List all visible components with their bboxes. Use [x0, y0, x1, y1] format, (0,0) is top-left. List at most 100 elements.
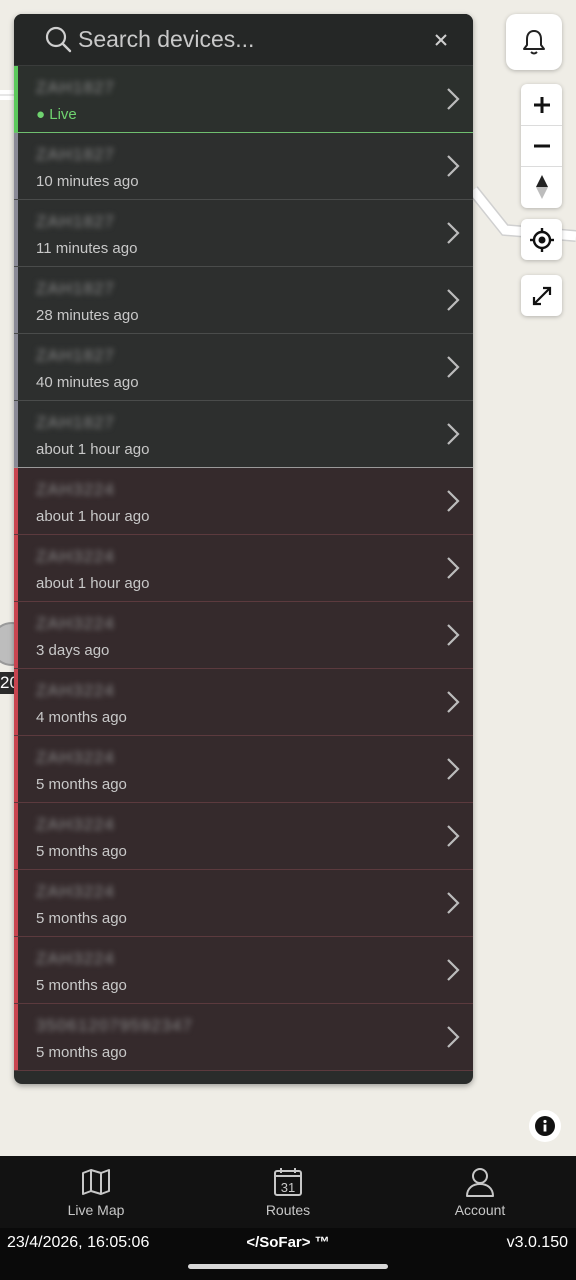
- chevron-right-icon: [447, 1026, 460, 1048]
- search-input[interactable]: [78, 22, 418, 56]
- nav-live-map-label: Live Map: [67, 1202, 125, 1218]
- status-indicator-bar: [14, 937, 18, 1003]
- device-row[interactable]: ZAH1827 11 minutes ago: [14, 200, 473, 267]
- device-last-seen: 28 minutes ago: [36, 307, 139, 324]
- device-status-text: 3 days ago: [36, 642, 110, 659]
- device-last-seen: 5 months ago: [36, 977, 127, 994]
- chevron-right-icon: [447, 423, 460, 445]
- device-last-seen: ● Live: [36, 106, 77, 123]
- device-status-text: 5 months ago: [36, 910, 127, 927]
- chevron-right-icon: [447, 758, 460, 780]
- map-icon: [82, 1169, 110, 1195]
- plus-icon: [533, 96, 550, 113]
- status-indicator-bar: [14, 669, 18, 735]
- locate-me-button[interactable]: [521, 219, 562, 260]
- status-indicator-bar: [14, 200, 18, 266]
- device-name: ZAH1827: [36, 279, 115, 298]
- status-indicator-bar: [14, 468, 18, 534]
- device-status-text: about 1 hour ago: [36, 575, 150, 592]
- device-row[interactable]: ZAH1827 40 minutes ago: [14, 334, 473, 401]
- device-status-text: 28 minutes ago: [36, 307, 139, 324]
- device-status-text: 10 minutes ago: [36, 173, 139, 190]
- device-name: ZAH3224: [36, 882, 115, 901]
- device-name: ZAH1827: [36, 413, 115, 432]
- chevron-right-icon: [447, 691, 460, 713]
- device-row[interactable]: ZAH3224 5 months ago: [14, 803, 473, 870]
- device-status-text: 11 minutes ago: [36, 240, 138, 257]
- device-name: ZAH1827: [36, 78, 115, 97]
- user-icon: [466, 1168, 494, 1197]
- nav-account[interactable]: Account: [384, 1156, 576, 1228]
- chevron-right-icon: [447, 825, 460, 847]
- calendar-day: 31: [281, 1180, 295, 1195]
- device-last-seen: 5 months ago: [36, 1044, 127, 1061]
- notifications-button[interactable]: [506, 14, 562, 70]
- status-indicator-bar: [14, 602, 18, 668]
- device-status-text: about 1 hour ago: [36, 441, 150, 458]
- crosshair-icon: [529, 227, 554, 252]
- device-row[interactable]: 350612079592347 5 months ago: [14, 1004, 473, 1071]
- chevron-right-icon: [447, 155, 460, 177]
- expand-icon: [532, 286, 551, 305]
- device-row[interactable]: ZAH3224 3 days ago: [14, 602, 473, 669]
- chevron-right-icon: [447, 959, 460, 981]
- device-name: 350612079592347: [36, 1016, 193, 1035]
- device-row[interactable]: ZAH1827 about 1 hour ago: [14, 401, 473, 468]
- device-row[interactable]: ZAH1827 10 minutes ago: [14, 133, 473, 200]
- device-name: ZAH1827: [36, 212, 115, 231]
- device-last-seen: about 1 hour ago: [36, 508, 149, 525]
- device-status-text: 5 months ago: [36, 1044, 127, 1061]
- device-name: ZAH3224: [36, 681, 115, 700]
- zoom-in-button[interactable]: [521, 84, 562, 125]
- device-row[interactable]: ZAH1827 ● Live: [14, 66, 473, 133]
- device-last-seen: 5 months ago: [36, 843, 127, 860]
- compass-icon: [535, 174, 548, 199]
- device-status-text: 5 months ago: [36, 977, 127, 994]
- device-status-text: 40 minutes ago: [36, 374, 139, 391]
- device-row[interactable]: ZAH3224 5 months ago: [14, 937, 473, 1004]
- nav-account-label: Account: [454, 1202, 506, 1218]
- nav-routes[interactable]: 31 Routes: [192, 1156, 384, 1228]
- device-last-seen: 5 months ago: [36, 776, 127, 793]
- nav-live-map[interactable]: Live Map: [0, 1156, 192, 1228]
- device-status-text: 5 months ago: [36, 843, 127, 860]
- device-last-seen: 3 days ago: [36, 642, 109, 659]
- device-row[interactable]: ZAH3224 5 months ago: [14, 870, 473, 937]
- search-icon: [45, 26, 72, 53]
- close-icon[interactable]: [429, 28, 453, 52]
- device-status-text: Live: [49, 106, 77, 123]
- chevron-right-icon: [447, 289, 460, 311]
- status-indicator-bar: [14, 535, 18, 601]
- footer-bar: 23/4/2026, 16:05:06 </SoFar> ™ v3.0.150: [0, 1228, 576, 1280]
- status-indicator-bar: [14, 803, 18, 869]
- device-name: ZAH3224: [36, 748, 115, 767]
- fullscreen-button[interactable]: [521, 275, 562, 316]
- compass-button[interactable]: [521, 166, 562, 207]
- status-indicator-bar: [14, 870, 18, 936]
- chevron-right-icon: [447, 624, 460, 646]
- device-row[interactable]: ZAH3224 4 months ago: [14, 669, 473, 736]
- device-last-seen: 10 minutes ago: [36, 173, 139, 190]
- map-info-button[interactable]: [529, 1110, 561, 1142]
- chevron-right-icon: [447, 892, 460, 914]
- status-indicator-bar: [14, 401, 18, 467]
- info-icon: [535, 1116, 555, 1136]
- device-name: ZAH3224: [36, 480, 115, 499]
- status-indicator-bar: [14, 66, 18, 132]
- device-name: ZAH3224: [36, 614, 115, 633]
- minus-icon: [533, 144, 550, 147]
- device-status-text: 4 months ago: [36, 709, 127, 726]
- zoom-controls: [521, 84, 562, 208]
- device-list-panel: ZAH1827● LiveZAH182710 minutes agoZAH182…: [14, 14, 473, 1084]
- device-row[interactable]: ZAH1827 28 minutes ago: [14, 267, 473, 334]
- footer-version: v3.0.150: [506, 1234, 568, 1251]
- device-name: ZAH3224: [36, 815, 115, 834]
- bottom-navigation: Live Map 31 Routes Account: [0, 1156, 576, 1228]
- device-last-seen: 40 minutes ago: [36, 374, 139, 391]
- status-indicator-bar: [14, 736, 18, 802]
- zoom-out-button[interactable]: [521, 125, 562, 166]
- device-row[interactable]: ZAH3224 about 1 hour ago: [14, 535, 473, 602]
- device-row[interactable]: ZAH3224 5 months ago: [14, 736, 473, 803]
- device-row[interactable]: ZAH3224 about 1 hour ago: [14, 468, 473, 535]
- search-bar: [14, 14, 473, 66]
